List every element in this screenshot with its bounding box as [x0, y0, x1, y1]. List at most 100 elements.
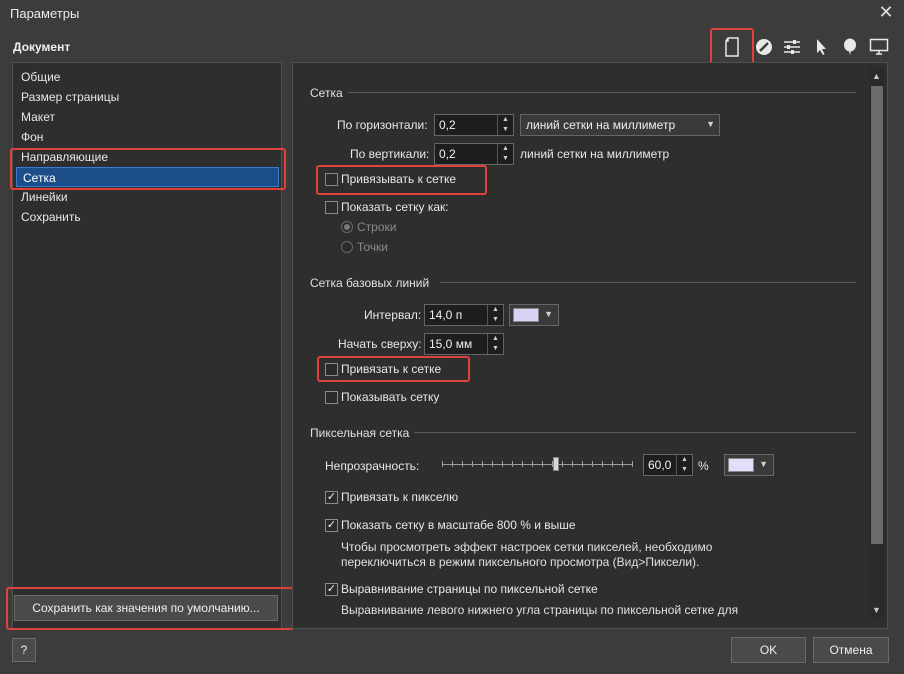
spin-down-icon: ▼ — [502, 126, 509, 133]
color-swatch — [513, 308, 539, 322]
slider-tick — [462, 461, 463, 467]
radio-dots-label[interactable]: Точки — [357, 240, 388, 254]
slider-tick — [562, 461, 563, 467]
chevron-down-icon: ▼ — [706, 119, 715, 129]
vertical-spinner[interactable]: 0,2 ▲ ▼ — [434, 143, 514, 165]
nav-item-layout[interactable]: Макет — [21, 107, 55, 127]
slider-tick — [592, 461, 593, 467]
show-baseline-checkbox[interactable] — [325, 391, 338, 404]
slider-tick — [582, 461, 583, 467]
show-grid-as-checkbox[interactable] — [325, 201, 338, 214]
group-title-grid: Сетка — [310, 86, 343, 100]
chevron-down-icon: ▼ — [544, 309, 553, 319]
slider-tick — [512, 461, 513, 467]
opacity-label: Непрозрачность: — [325, 459, 420, 473]
group-title-pixel: Пиксельная сетка — [310, 426, 410, 440]
snap-pixel-checkbox[interactable]: ✓ — [325, 491, 338, 504]
slider-tick — [452, 461, 453, 467]
slider-thumb[interactable] — [553, 457, 559, 471]
help-button[interactable]: ? — [12, 638, 36, 662]
divider — [440, 282, 856, 283]
slider-tick — [482, 461, 483, 467]
snap-to-grid-label[interactable]: Привязывать к сетке — [341, 172, 456, 186]
opacity-slider[interactable] — [442, 455, 633, 475]
pixel-note-line2: переключиться в режим пиксельного просмо… — [341, 555, 700, 569]
slider-tick — [492, 461, 493, 467]
save-as-default-button[interactable]: Сохранить как значения по умолчанию... — [14, 595, 278, 621]
scroll-down-icon[interactable]: ▼ — [869, 602, 884, 618]
divider — [348, 92, 856, 93]
nav-item-general[interactable]: Общие — [21, 67, 60, 87]
divider — [414, 432, 856, 433]
show-800-checkbox[interactable]: ✓ — [325, 519, 338, 532]
percent-label: % — [698, 459, 709, 473]
show-800-label[interactable]: Показать сетку в масштабе 800 % и выше — [341, 518, 576, 532]
snap-pixel-label[interactable]: Привязать к пикселю — [341, 490, 458, 504]
slider-tick — [522, 461, 523, 467]
ok-button[interactable]: OK — [731, 637, 806, 663]
show-baseline-label[interactable]: Показывать сетку — [341, 390, 439, 404]
slider-tick — [542, 461, 543, 467]
pixel-color-picker[interactable]: ▼ — [724, 454, 774, 476]
nav-item-page-size[interactable]: Размер страницы — [21, 87, 119, 107]
chevron-down-icon: ▼ — [759, 459, 768, 469]
radio-rows-label[interactable]: Строки — [357, 220, 396, 234]
slider-tick — [502, 461, 503, 467]
document-icon[interactable] — [710, 28, 754, 66]
scrollbar-thumb[interactable] — [871, 86, 883, 544]
slider-tick — [532, 461, 533, 467]
pixel-note-line1: Чтобы просмотреть эффект настроек сетки … — [341, 540, 713, 554]
horizontal-spinner[interactable]: 0,2 ▲ ▼ — [434, 114, 514, 136]
page-title: Документ — [13, 40, 71, 54]
nav-item-rulers[interactable]: Линейки — [21, 187, 68, 207]
scroll-up-icon[interactable]: ▲ — [869, 68, 884, 84]
align-page-label[interactable]: Выравнивание страницы по пиксельной сетк… — [341, 582, 598, 596]
grid-unit-dropdown[interactable]: линий сетки на миллиметр ▼ — [520, 114, 720, 136]
highlight-nav — [10, 148, 286, 190]
spin-up-icon: ▲ — [502, 116, 509, 123]
baseline-color-picker[interactable]: ▼ — [509, 304, 559, 326]
group-title-baseline: Сетка базовых линий — [310, 276, 430, 290]
pointer-icon[interactable] — [808, 34, 834, 60]
color-swatch — [728, 458, 754, 472]
slider-tick — [612, 461, 613, 467]
opacity-spinner[interactable]: 60,0 ▲ ▼ — [643, 454, 693, 476]
spin-up-icon: ▲ — [502, 145, 509, 152]
baseline-snap-label[interactable]: Привязать к сетке — [341, 362, 441, 376]
window-title: Параметры — [10, 6, 80, 21]
slider-tick — [632, 461, 633, 467]
snap-to-grid-checkbox[interactable] — [325, 173, 338, 186]
spin-down-icon: ▼ — [681, 466, 688, 473]
nav-item-save[interactable]: Сохранить — [21, 207, 81, 227]
spin-up-icon: ▲ — [681, 456, 688, 463]
nav-item-background[interactable]: Фон — [21, 127, 43, 147]
spin-up-icon: ▲ — [492, 335, 499, 342]
start-top-spinner[interactable]: 15,0 мм ▲ ▼ — [424, 333, 504, 355]
vertical-unit-label: линий сетки на миллиметр — [520, 147, 670, 161]
slider-tick — [472, 461, 473, 467]
slider-tick — [442, 461, 443, 467]
monitor-icon[interactable] — [866, 34, 892, 60]
align-page-checkbox[interactable]: ✓ — [325, 583, 338, 596]
start-top-label: Начать сверху: — [338, 337, 422, 351]
balloon-icon[interactable] — [837, 34, 863, 60]
spin-up-icon: ▲ — [492, 306, 499, 313]
spin-down-icon: ▼ — [492, 316, 499, 323]
slider-tick — [572, 461, 573, 467]
interval-spinner[interactable]: 14,0 п ▲ ▼ — [424, 304, 504, 326]
slider-tick — [602, 461, 603, 467]
horizontal-label: По горизонтали: — [337, 118, 428, 132]
spin-down-icon: ▼ — [502, 155, 509, 162]
interval-label: Интервал: — [364, 308, 422, 322]
close-icon[interactable]: ✕ — [876, 2, 896, 22]
vertical-label: По вертикали: — [350, 147, 430, 161]
sliders-icon[interactable] — [779, 34, 805, 60]
show-grid-as-label[interactable]: Показать сетку как: — [341, 200, 449, 214]
pen-nib-icon[interactable] — [751, 34, 777, 60]
radio-dots[interactable] — [341, 241, 353, 253]
radio-rows[interactable] — [341, 221, 353, 233]
align-page-description: Выравнивание левого нижнего угла страниц… — [341, 603, 739, 617]
spin-down-icon: ▼ — [492, 345, 499, 352]
baseline-snap-checkbox[interactable] — [325, 363, 338, 376]
cancel-button[interactable]: Отмена — [813, 637, 889, 663]
